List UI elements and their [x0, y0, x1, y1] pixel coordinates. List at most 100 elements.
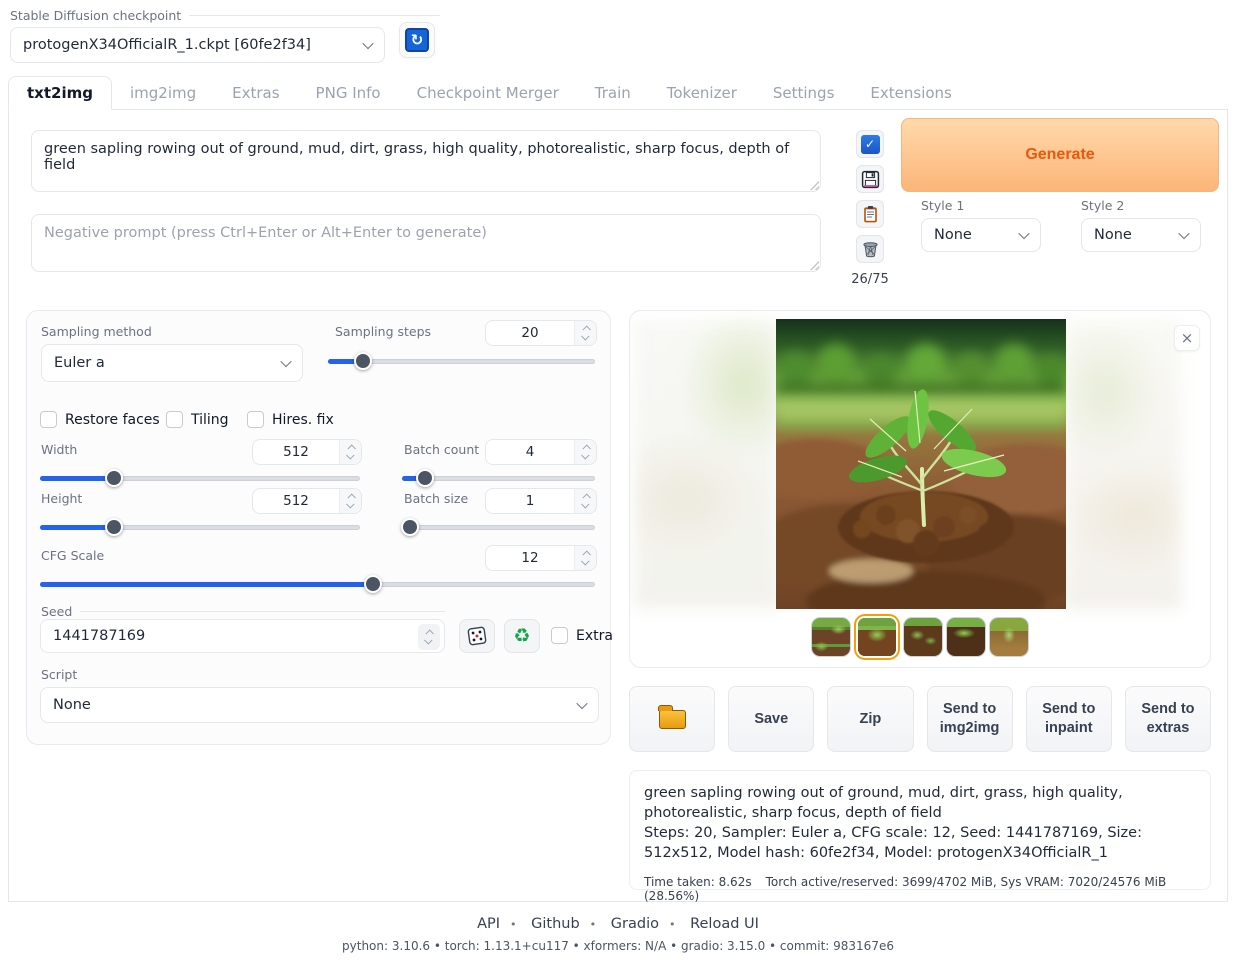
generation-info: green sapling rowing out of ground, mud,… — [629, 770, 1211, 890]
tiling-checkbox[interactable]: Tiling — [166, 411, 229, 428]
open-folder-button[interactable] — [629, 686, 715, 752]
chevron-down-icon — [362, 38, 373, 49]
batch-count-input — [485, 439, 597, 465]
width-input — [252, 439, 362, 465]
stepper-icon[interactable] — [339, 489, 361, 513]
send-to-inpaint-button[interactable]: Send to inpaint — [1026, 686, 1112, 752]
restore-faces-checkbox[interactable]: Restore faces — [40, 411, 160, 428]
style1-field: Style 1 None — [921, 198, 1041, 252]
github-link[interactable]: Github — [531, 916, 580, 932]
gallery-thumbnail[interactable] — [946, 617, 986, 657]
tab-extensions[interactable]: Extensions — [852, 77, 969, 109]
sampling-method-dropdown[interactable]: Euler a — [41, 344, 303, 382]
stepper-icon[interactable] — [574, 546, 596, 570]
gallery-blur-left — [634, 319, 780, 609]
gallery-thumbnail[interactable] — [811, 617, 851, 657]
tab-extras[interactable]: Extras — [214, 77, 297, 109]
dice-icon — [466, 625, 488, 647]
version-info: python: 3.10.6 • torch: 1.13.1+cu117 • x… — [0, 939, 1236, 953]
paste-generation-params-button[interactable]: ✓ — [856, 130, 884, 158]
gradio-link[interactable]: Gradio — [611, 916, 659, 932]
negative-prompt-input[interactable] — [31, 214, 821, 272]
style2-value: None — [1094, 227, 1132, 243]
stepper-icon[interactable] — [574, 440, 596, 464]
batch-count-slider[interactable] — [402, 469, 595, 487]
gallery-thumbnail[interactable] — [903, 617, 943, 657]
close-icon[interactable]: × — [1174, 325, 1200, 351]
apply-style-button[interactable] — [856, 200, 884, 228]
tab-settings[interactable]: Settings — [755, 77, 853, 109]
stepper-icon[interactable] — [574, 489, 596, 513]
batch-size-slider[interactable] — [402, 518, 595, 536]
hires-fix-checkbox[interactable]: Hires. fix — [247, 411, 334, 428]
script-label: Script — [41, 667, 77, 682]
folder-icon — [659, 710, 686, 729]
chevron-down-icon — [280, 356, 291, 367]
prompt-input[interactable]: green sapling rowing out of ground, mud,… — [31, 130, 821, 192]
prompt-tools: ✓ — [853, 130, 887, 287]
save-style-button[interactable] — [856, 165, 884, 193]
stepper-icon[interactable] — [418, 624, 440, 650]
main-tabbar: txt2img img2img Extras PNG Info Checkpoi… — [8, 76, 1228, 110]
parameters-panel: Sampling method Euler a Sampling steps R… — [26, 310, 611, 745]
gallery-thumbnail[interactable] — [989, 617, 1029, 657]
style1-label: Style 1 — [921, 198, 1041, 213]
sampling-steps-label: Sampling steps — [335, 324, 431, 339]
token-counter: 26/75 — [851, 272, 888, 287]
sd-webui: Stable Diffusion checkpoint protogenX34O… — [0, 0, 1236, 966]
style1-dropdown[interactable]: None — [921, 218, 1041, 252]
tab-txt2img[interactable]: txt2img — [8, 76, 112, 110]
generate-button[interactable]: Generate — [901, 118, 1219, 192]
floppy-icon — [861, 170, 880, 189]
reload-ui-link[interactable]: Reload UI — [690, 916, 759, 932]
width-label: Width — [41, 442, 77, 457]
clipboard-icon — [861, 205, 880, 224]
cfg-scale-label: CFG Scale — [41, 548, 104, 563]
save-button[interactable]: Save — [728, 686, 814, 752]
checkbox-icon — [40, 411, 57, 428]
stepper-icon[interactable] — [574, 321, 596, 345]
gallery-thumbnail-selected[interactable] — [854, 614, 900, 660]
clear-prompt-button[interactable] — [856, 235, 884, 263]
tab-checkpoint-merger[interactable]: Checkpoint Merger — [399, 77, 577, 109]
send-to-img2img-button[interactable]: Send to img2img — [927, 686, 1013, 752]
sampling-steps-slider[interactable] — [328, 352, 595, 370]
cfg-scale-input — [485, 545, 597, 571]
checkpoint-value: protogenX34OfficialR_1.ckpt [60fe2f34] — [23, 37, 311, 53]
sampling-steps-value[interactable] — [486, 321, 574, 345]
style1-value: None — [934, 227, 972, 243]
script-dropdown[interactable]: None — [40, 687, 599, 723]
random-seed-button[interactable] — [459, 619, 495, 653]
width-value[interactable] — [253, 440, 339, 464]
hires-fix-label: Hires. fix — [272, 412, 334, 428]
seed-value[interactable] — [41, 620, 414, 652]
cfg-scale-value[interactable] — [486, 546, 574, 570]
extra-seed-checkbox[interactable]: Extra — [551, 627, 613, 644]
api-link[interactable]: API — [477, 916, 500, 932]
style2-dropdown[interactable]: None — [1081, 218, 1201, 252]
checkpoint-label: Stable Diffusion checkpoint — [10, 8, 440, 23]
reuse-seed-button[interactable]: ♻ — [504, 619, 540, 653]
width-slider[interactable] — [40, 469, 360, 487]
batch-size-value[interactable] — [486, 489, 574, 513]
tab-png-info[interactable]: PNG Info — [298, 77, 399, 109]
refresh-checkpoint-button[interactable]: ↻ — [399, 22, 435, 58]
batch-size-label: Batch size — [404, 491, 468, 506]
checkbox-icon — [551, 627, 568, 644]
tab-img2img[interactable]: img2img — [112, 77, 214, 109]
info-prompt-text: green sapling rowing out of ground, mud,… — [644, 783, 1196, 823]
height-slider[interactable] — [40, 518, 360, 536]
stepper-icon[interactable] — [339, 440, 361, 464]
zip-button[interactable]: Zip — [827, 686, 913, 752]
checkpoint-dropdown[interactable]: protogenX34OfficialR_1.ckpt [60fe2f34] — [10, 27, 385, 63]
height-value[interactable] — [253, 489, 339, 513]
tiling-label: Tiling — [191, 412, 229, 428]
tab-train[interactable]: Train — [577, 77, 649, 109]
send-to-extras-button[interactable]: Send to extras — [1125, 686, 1211, 752]
cfg-scale-slider[interactable] — [40, 575, 595, 593]
generated-image[interactable] — [776, 319, 1066, 609]
time-taken: Time taken: 8.62s — [644, 875, 752, 889]
batch-count-value[interactable] — [486, 440, 574, 464]
chevron-down-icon — [576, 698, 587, 709]
tab-tokenizer[interactable]: Tokenizer — [649, 77, 755, 109]
